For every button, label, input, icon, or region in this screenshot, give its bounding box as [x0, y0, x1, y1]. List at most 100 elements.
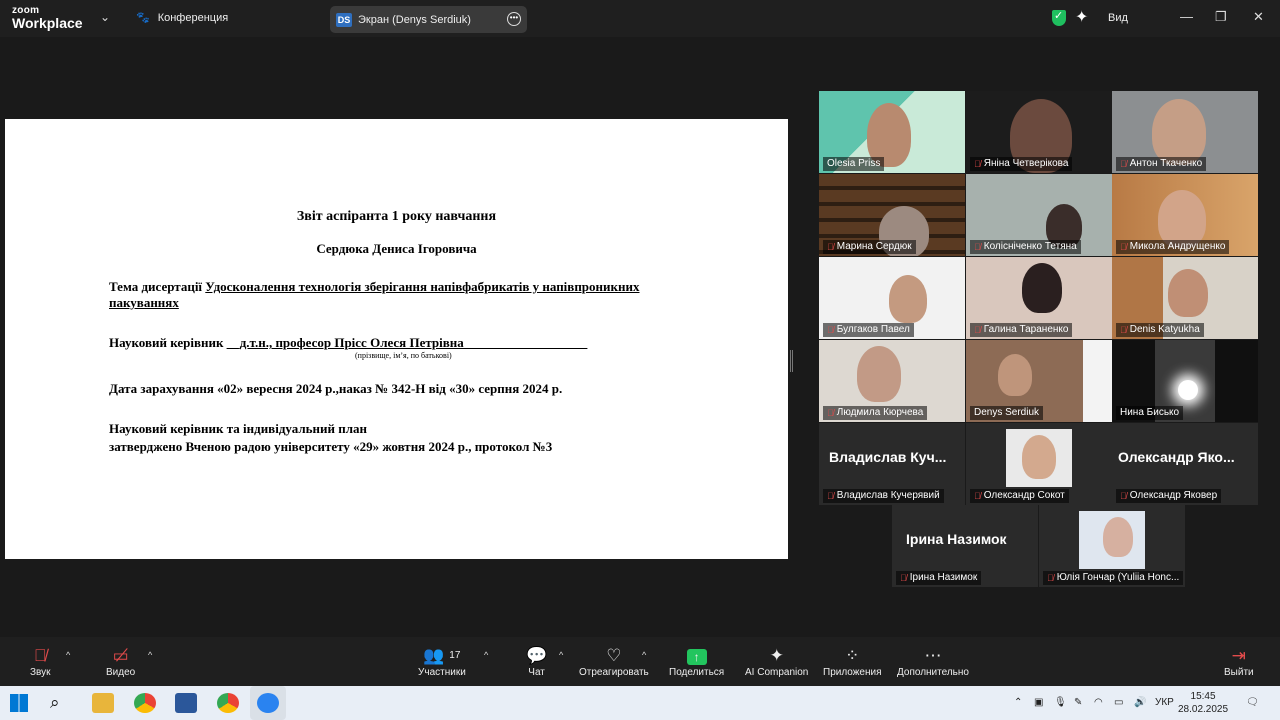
participant-video — [1168, 269, 1208, 317]
shared-screen-document: Звіт аспіранта 1 року навчання Сердюка Д… — [5, 119, 788, 559]
dissertation-topic: Тема дисертації Удосконалення технологія… — [109, 279, 640, 310]
microphone-icon[interactable]: 🎙 — [1054, 697, 1067, 708]
participant-tile[interactable]: 🎙̸ Колісніченко Тетяна — [966, 174, 1112, 256]
participant-video — [998, 354, 1032, 396]
restore-icon[interactable]: ❐ — [1215, 9, 1227, 25]
chevron-down-icon[interactable]: ⌄ — [100, 10, 110, 24]
video-options-caret-icon[interactable]: ^ — [148, 650, 152, 660]
presenter-avatar: DS — [336, 12, 352, 27]
heart-icon: ♡ — [606, 646, 622, 665]
zoom-logo: zoom Workplace — [12, 5, 83, 31]
chat-icon: 💬 — [526, 646, 548, 665]
participant-tile[interactable]: Нина Бисько — [1112, 340, 1258, 422]
share-screen-icon: ↑ — [686, 648, 707, 665]
participant-name: Denys Serdiuk — [974, 407, 1040, 418]
chat-options-caret-icon[interactable]: ^ — [559, 650, 563, 660]
participant-tile[interactable]: 🎙̸ Галина Тараненко — [966, 257, 1112, 339]
muted-mic-icon: 🎙̸ — [1120, 325, 1127, 335]
file-explorer-icon[interactable] — [92, 693, 114, 713]
screen-share-label: Экран (Denys Serdiuk) — [358, 13, 471, 26]
participant-tile-no-video[interactable]: Олександр Яко... 🎙̸ Олександр Яковер — [1112, 423, 1258, 505]
muted-mic-icon: 🎙̸ — [827, 491, 834, 501]
participant-tile-no-video[interactable]: Ірина Назимок 🎙̸ Ірина Назимок — [892, 505, 1038, 587]
audio-button[interactable]: 🎙̸ Звук — [30, 645, 51, 678]
split-view-handle[interactable] — [790, 350, 793, 372]
participant-tile-active-speaker[interactable]: Denys Serdiuk — [966, 340, 1112, 422]
participant-tile[interactable]: 🎙̸ Яніна Четверікова — [966, 91, 1112, 173]
participant-tile[interactable]: 🎙̸ Denis Katyukha — [1112, 257, 1258, 339]
battery-icon[interactable]: ▭ — [1114, 697, 1123, 708]
react-button[interactable]: ♡ Отреагировать — [579, 645, 649, 678]
muted-mic-icon: 🎙̸ — [974, 242, 981, 252]
supervisor-hint: (прізвище, ім’я, по батькові) — [355, 351, 452, 360]
participant-name: Яніна Четверікова — [983, 158, 1069, 169]
word-icon[interactable] — [175, 693, 197, 713]
chevron-up-icon[interactable]: ⌃ — [1014, 697, 1022, 708]
meet-now-icon[interactable]: ▣ — [1034, 697, 1043, 708]
audio-options-caret-icon[interactable]: ^ — [66, 650, 70, 660]
participant-tile[interactable]: 🎙̸ Микола Андрущенко — [1112, 174, 1258, 256]
participant-name: Антон Ткаченко — [1129, 158, 1203, 169]
share-screen-button[interactable]: ↑ Поделиться — [669, 645, 724, 678]
participant-name: Галина Тараненко — [983, 324, 1069, 335]
pen-icon[interactable]: ✎ — [1074, 697, 1082, 708]
muted-mic-icon: 🎙̸ — [827, 325, 834, 335]
participant-name: Юлія Гончар (Yuliia Honc... — [1056, 572, 1180, 583]
video-off-icon: ▭̸ — [112, 646, 129, 665]
apps-button[interactable]: ⁘ Приложения — [823, 645, 882, 678]
clock[interactable]: 15:45 28.02.2025 — [1178, 690, 1228, 716]
participant-name: Микола Андрущенко — [1129, 241, 1226, 252]
muted-mic-icon: 🎙̸ — [974, 325, 981, 335]
ai-companion-button[interactable]: ✦ AI Companion — [745, 645, 808, 678]
react-options-caret-icon[interactable]: ^ — [642, 650, 646, 660]
chrome-profile-icon[interactable] — [217, 693, 239, 713]
participants-count: 17 — [449, 650, 461, 661]
meeting-info-button[interactable]: 🐾 Конференция — [136, 11, 228, 25]
muted-mic-icon: 🎙̸ — [1120, 242, 1127, 252]
view-button[interactable]: Вид — [1108, 12, 1128, 24]
participant-name: Ірина Назимок — [909, 572, 978, 583]
close-icon[interactable]: ✕ — [1253, 9, 1264, 25]
security-shield-icon[interactable] — [1052, 9, 1066, 26]
windows-taskbar: ⌕ ⌃ ▣ 🎙 ✎ ◠ ▭ 🔊 УКР 15:45 28.02.2025 🗨 — [0, 686, 1280, 720]
participants-icon: 👥 — [423, 646, 445, 665]
plan-line-1: Науковий керівник та індивідуальний план — [109, 421, 367, 436]
windows-start-icon[interactable] — [10, 694, 28, 712]
more-options-icon[interactable]: ••• — [507, 12, 521, 26]
search-icon[interactable]: ⌕ — [50, 693, 72, 713]
notifications-icon[interactable]: 🗨 — [1246, 697, 1259, 708]
student-name: Сердюка Дениса Ігоровича — [316, 241, 477, 256]
screen-share-indicator[interactable]: DS Экран (Denys Serdiuk) ••• — [330, 6, 527, 33]
wifi-icon[interactable]: ◠ — [1094, 697, 1103, 708]
participant-tile-no-video[interactable]: Владислав Куч... 🎙̸ Владислав Кучерявий — [819, 423, 965, 505]
muted-mic-icon: 🎙̸ — [1120, 491, 1127, 501]
chrome-icon[interactable] — [134, 693, 156, 713]
participant-tile[interactable]: 🎙̸ Олександр Сокот — [966, 423, 1112, 505]
leave-button[interactable]: ⇥ Выйти — [1224, 645, 1254, 678]
document-title: Звіт аспіранта 1 року навчання — [296, 209, 497, 224]
participant-tile[interactable]: 🎙̸ Антон Ткаченко — [1112, 91, 1258, 173]
minimize-icon[interactable]: — — [1180, 9, 1193, 24]
participant-tile[interactable]: 🎙̸ Булгаков Павел — [819, 257, 965, 339]
participant-name: Denis Katyukha — [1129, 324, 1200, 335]
participants-options-caret-icon[interactable]: ^ — [484, 650, 488, 660]
participant-name: Булгаков Павел — [836, 324, 910, 335]
muted-mic-icon: 🎙̸ — [900, 573, 907, 583]
more-button[interactable]: ⋯ Дополнительно — [897, 645, 969, 678]
participant-tile[interactable]: Olesia Priss — [819, 91, 965, 173]
apps-icon: ⁘ — [845, 646, 860, 665]
participant-name: Марина Сердюк — [836, 241, 912, 252]
participant-tile[interactable]: 🎙̸ Людмила Кюрчева — [819, 340, 965, 422]
participant-avatar — [1022, 435, 1056, 479]
volume-icon[interactable]: 🔊 — [1134, 697, 1146, 708]
participant-name: Колісніченко Тетяна — [983, 241, 1077, 252]
leave-icon: ⇥ — [1231, 646, 1246, 665]
participant-tile[interactable]: 🎙̸ Юлія Гончар (Yuliia Honc... — [1039, 505, 1185, 587]
video-button[interactable]: ▭̸ Видео — [106, 645, 135, 678]
chat-button[interactable]: 💬 Чат — [526, 645, 547, 678]
participant-tile[interactable]: 🎙̸ Марина Сердюк — [819, 174, 965, 256]
participant-name: Olesia Priss — [827, 158, 881, 169]
language-indicator[interactable]: УКР — [1155, 697, 1174, 708]
participants-button[interactable]: 👥 17 Участники — [418, 645, 466, 678]
ai-sparkle-icon[interactable]: ✦ — [1075, 7, 1088, 27]
